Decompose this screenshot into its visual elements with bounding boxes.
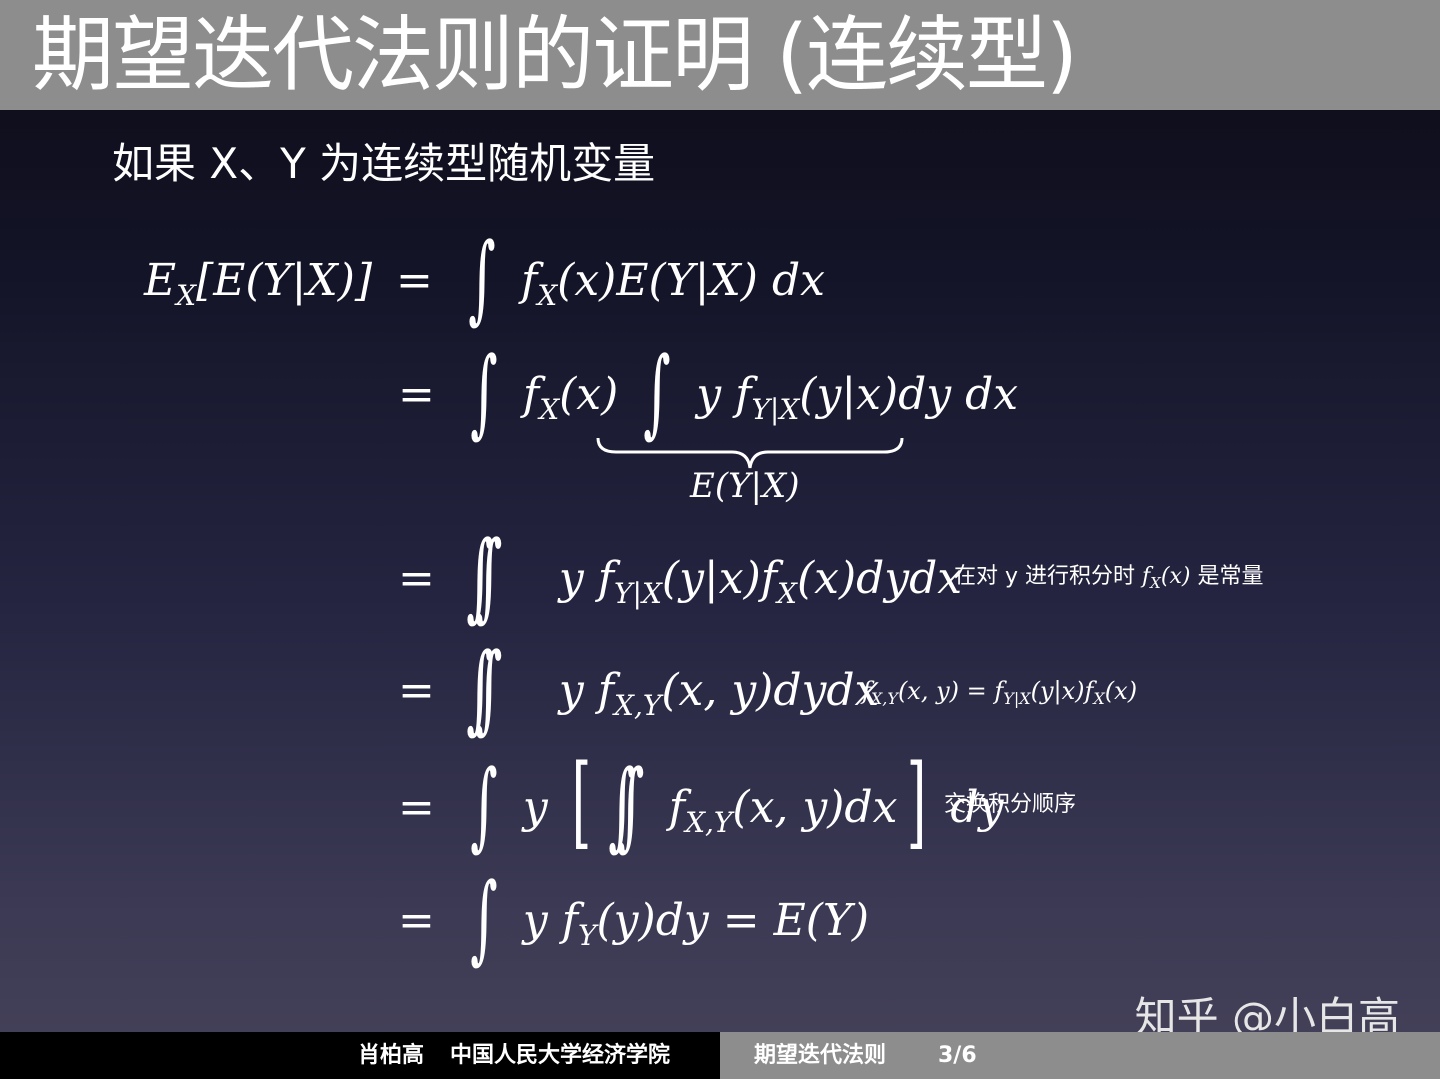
- line6-a-sub: Y: [578, 919, 597, 952]
- equals-sign: =: [398, 369, 435, 420]
- line1-rhs-a-sub: X: [537, 279, 558, 312]
- note-line-5: 交换积分顺序: [944, 792, 1077, 817]
- intro-text: 如果 X、Y 为连续型随机变量: [112, 139, 656, 188]
- note-line-4: fX,Y(x, y) = fY|X(y|x)fX(x): [862, 676, 1137, 714]
- note3-text-a: 在对 y 进行积分时: [954, 564, 1136, 589]
- note3-math: fX(x): [1142, 564, 1191, 592]
- equation-line-6: = ∫ y fY(y)dy = E(Y): [388, 862, 870, 974]
- line5-b: f: [668, 782, 686, 833]
- note4-d: (x): [1104, 677, 1138, 705]
- note3-text-b: 是常量: [1197, 564, 1264, 589]
- note-line-3: 在对 y 进行积分时 fX(x) 是常量: [954, 562, 1263, 598]
- line2-a-sub: X: [539, 393, 560, 426]
- note3-math-sub: X: [1150, 574, 1161, 592]
- footer-author: 肖柏高: [358, 1043, 425, 1068]
- right-bracket: ]: [907, 743, 927, 860]
- line4-a-sub: X,Y: [614, 689, 662, 722]
- equals-sign: =: [398, 782, 435, 833]
- footer-right: 期望迭代法则 3/6: [720, 1032, 1440, 1079]
- footer-topic: 期望迭代法则: [754, 1043, 887, 1068]
- line2-b: (x): [559, 369, 619, 420]
- integral-sign: ∫: [468, 222, 496, 334]
- line2-c-sub: Y|X: [751, 393, 800, 426]
- line2-a: f: [522, 369, 540, 420]
- footer-left: 肖柏高 中国人民大学经济学院: [0, 1032, 720, 1079]
- footer-institution: 中国人民大学经济学院: [450, 1043, 671, 1068]
- line1-lhs-sub: X: [176, 279, 197, 312]
- left-bracket: [: [571, 743, 592, 860]
- note4-a-sub: X,Y: [870, 689, 898, 708]
- note4-c-sub: X: [1093, 689, 1105, 708]
- note3-math-rest: (x): [1160, 564, 1191, 589]
- line4-b: (x, y)dydx: [661, 665, 880, 716]
- integral-sign: ∫: [470, 336, 498, 448]
- equation-line-2: = ∫ fX(x) ∫ y fY|X(y|x)dy dx: [388, 336, 1019, 448]
- slide-title: 期望迭代法则的证明 (连续型): [32, 8, 1078, 103]
- note4-c: (y|x)f: [1030, 677, 1094, 705]
- footer-page: 3/6: [938, 1043, 977, 1068]
- line1-lhs-rest: [E(Y|X)]: [196, 255, 373, 306]
- equation-line-3: = ∫∫ y fY|X(y|x)fX(x)dydx: [388, 520, 963, 632]
- line3-b: (y|x)f: [661, 553, 778, 604]
- line1-rhs-b: (x)E(Y|X) dx: [557, 255, 825, 306]
- integral-sign: ∫: [470, 749, 498, 861]
- line5-b-sub: X,Y: [685, 806, 733, 839]
- line3-a-sub: Y|X: [614, 577, 662, 610]
- underbrace: [596, 437, 904, 469]
- equation-line-4: = ∫∫ y fX,Y(x, y)dydx: [388, 632, 880, 744]
- note4-b-sub: Y|X: [1003, 689, 1031, 708]
- line5-a: y: [522, 782, 548, 833]
- line6-b: (y)dy = E(Y): [596, 895, 870, 946]
- line6-a: y f: [522, 895, 579, 946]
- note4-a: f: [862, 677, 871, 705]
- double-integral-sign: ∫∫: [466, 632, 502, 744]
- title-bar: 期望迭代法则的证明 (连续型): [0, 0, 1440, 110]
- equals-sign: =: [398, 895, 435, 946]
- equals-sign: =: [396, 255, 433, 306]
- equals-sign: =: [398, 665, 435, 716]
- double-integral-sign: ∫∫: [466, 520, 502, 632]
- line3-b-sub: X: [777, 577, 797, 610]
- note3-math-f: f: [1142, 564, 1151, 589]
- equals-sign: =: [398, 553, 435, 604]
- line3-c: (x)dydx: [796, 553, 963, 604]
- line3-a: y f: [558, 553, 615, 604]
- equation-line-5: = ∫ y [∫∫ fX,Y(x, y)dx] dy: [388, 743, 1003, 861]
- line4-a: y f: [558, 665, 615, 716]
- brace-label: E(Y|X): [690, 466, 800, 506]
- line2-d: (y|x)dy dx: [799, 369, 1019, 420]
- integral-sign-inner: ∫: [643, 336, 672, 448]
- double-integral-sign: ∫∫: [607, 749, 644, 861]
- integral-sign: ∫: [470, 862, 498, 974]
- line1-lhs: E: [144, 255, 177, 306]
- line2-c: y f: [696, 369, 752, 420]
- equation-line-1: EX[E(Y|X)] = ∫ fX(x)E(Y|X) dx: [144, 222, 825, 334]
- note4-b: (x, y) = f: [897, 677, 1004, 705]
- line1-rhs-a: f: [520, 255, 538, 306]
- line5-c: (x, y)dx: [732, 782, 898, 833]
